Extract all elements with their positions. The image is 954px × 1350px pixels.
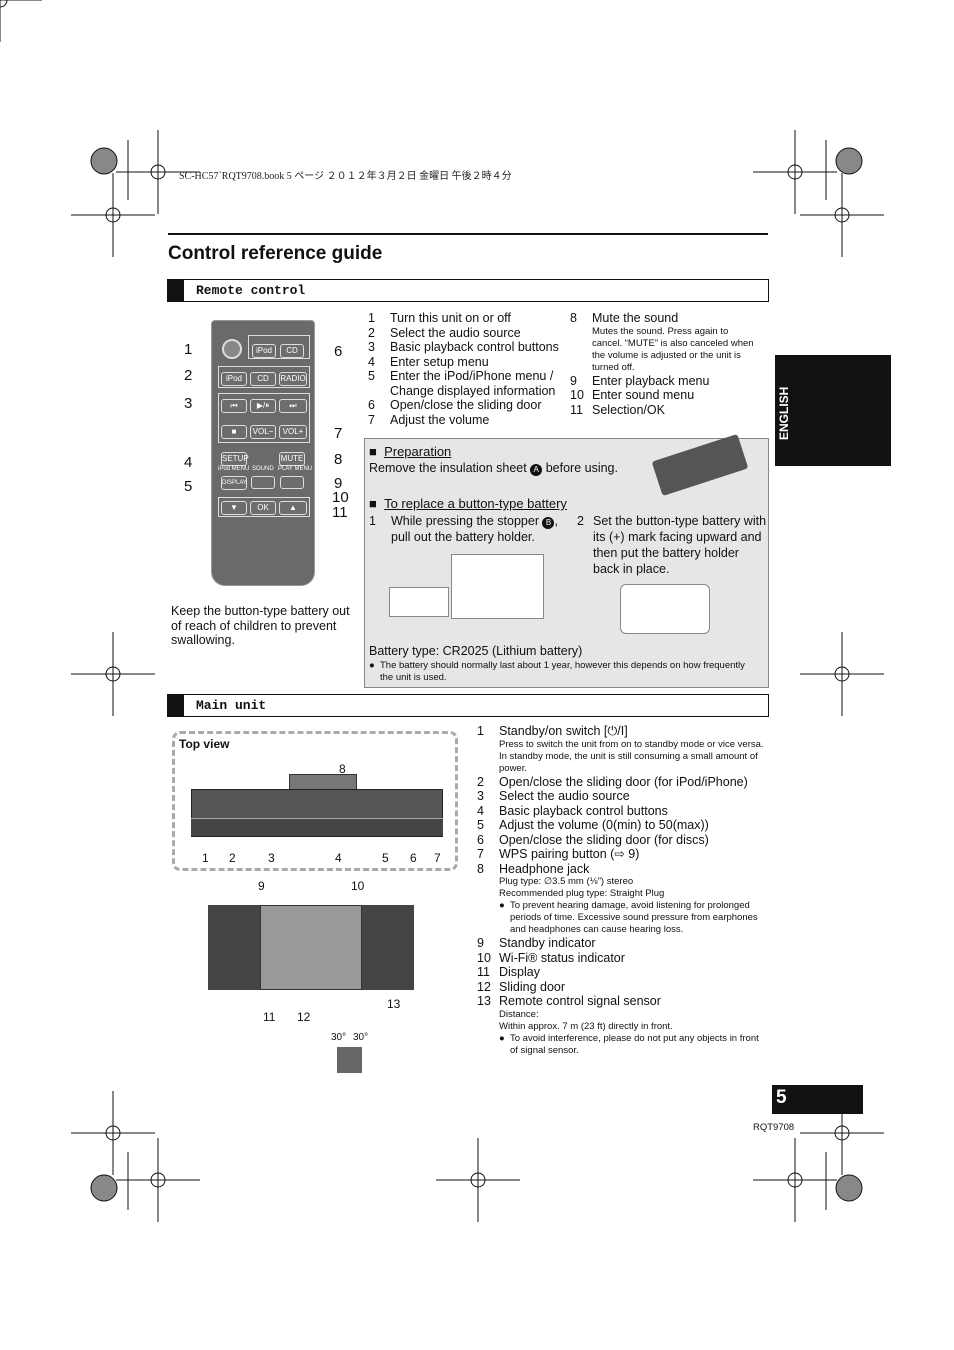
section-remote-control: Remote control (167, 279, 769, 302)
skip-back-icon: ⏮ (221, 399, 247, 413)
sound-label: SOUND (252, 466, 274, 472)
main-unit-items: 1 Standby/on switch [⏻/I] Press to switch … (477, 724, 767, 1057)
ipod-button: iPod (221, 372, 247, 386)
callout: 13 (387, 997, 401, 1011)
skip-forward-icon: ⏭ (279, 399, 307, 413)
battery-panel: ■ Preparation Remove the insulation shee… (364, 433, 769, 688)
callout: 7 (334, 425, 343, 442)
callout: 6 (410, 851, 417, 865)
main-item: 4 Basic playback control buttons (477, 803, 668, 818)
callout: 8 (339, 762, 346, 776)
page-title: Control reference guide (168, 243, 383, 264)
main-item: 8 Headphone jack (477, 861, 590, 876)
page-number: 5 (772, 1085, 863, 1114)
up-button: ▲ (279, 501, 307, 515)
battery-type: Battery type: CR2025 (Lithium battery) (369, 644, 583, 658)
marker-b: B (542, 517, 555, 529)
callout: 7 (434, 851, 441, 865)
vol-down-button: VOL− (250, 425, 276, 439)
doc-code: RQT9708 (753, 1122, 795, 1133)
vol-up-button: VOL+ (279, 425, 307, 439)
section-main-unit: Main unit (167, 694, 769, 717)
remote-back-illustration (651, 433, 749, 497)
cd-eject-button: CD (280, 344, 304, 358)
ipod-eject-button: iPod (252, 344, 276, 358)
top-view-box: Top view 8 1 2 3 4 5 6 7 (172, 731, 458, 871)
callout: 2 (229, 851, 236, 865)
main-item: 11 Display (477, 965, 540, 979)
down-button: ▼ (221, 501, 247, 515)
main-item: 5 Adjust the volume (0(min) to 50(max)) (477, 818, 709, 832)
callout: 2 (184, 367, 193, 384)
main-item: 6 Open/close the sliding door (for discs) (477, 832, 709, 847)
remote-items-right: 8 Mute the sound Mutes the sound. Press a… (570, 311, 754, 417)
preparation-heading: Preparation (384, 444, 452, 459)
battery-insert-illustration (620, 584, 710, 634)
file-header: SC-HC57`RQT9708.book 5 ページ ２０１２年３月２日 金曜日… (179, 171, 512, 182)
callout: 8 (334, 451, 343, 468)
battery-heading: To replace a button-type battery (384, 496, 567, 511)
main-item: 10 Wi-Fi® status indicator (477, 950, 625, 965)
callout: 9 (258, 879, 265, 893)
angle-label: 30° (353, 1032, 369, 1043)
play-menu-label: PLAY MENU (278, 466, 313, 472)
callout: 10 (351, 879, 365, 893)
child-warning: Keep the button-type battery out of reac… (171, 604, 350, 647)
callout: 11 (332, 504, 348, 521)
main-item: 7 WPS pairing button (⇨ 9) (477, 847, 640, 861)
mute-button: MUTE (279, 452, 305, 466)
marker-a: A (530, 464, 543, 476)
radio-button: RADIO (279, 372, 307, 386)
play-pause-icon: ▶/⏸ (250, 399, 276, 413)
main-item: 9 Standby indicator (477, 936, 596, 950)
title-rule (168, 233, 768, 235)
main-item: 13 Remote control signal sensor (477, 994, 661, 1008)
language-tab: ENGLISH (775, 355, 891, 466)
main-item: 3 Select the audio source (477, 789, 630, 803)
ipod-menu-label: iPod MENU (218, 466, 250, 472)
display-button: DISPLAY (221, 476, 247, 490)
holder-illustration (389, 587, 449, 617)
angle-label: 30° (331, 1032, 347, 1043)
main-item: 12 Sliding door (477, 979, 566, 994)
stopper-illustration (451, 554, 544, 619)
sound-button (251, 476, 275, 489)
callout: 6 (334, 343, 343, 360)
callout: 3 (268, 851, 275, 865)
callout: 12 (297, 1010, 311, 1024)
callout: 5 (184, 478, 193, 495)
cd-button: CD (250, 372, 276, 386)
play-menu-button (280, 476, 304, 489)
remote-illustration: iPod CD iPod CD RADIO ⏮ ▶/⏸ ⏭ ■ VOL− VOL… (211, 320, 315, 586)
callout: 3 (184, 395, 193, 412)
front-view-illustration (208, 905, 414, 990)
main-item: 2 Open/close the sliding door (for iPod/i… (477, 774, 748, 789)
callout: 11 (263, 1010, 276, 1024)
power-button-icon (222, 339, 242, 359)
callout: 1 (184, 341, 193, 358)
callout: 4 (184, 454, 193, 471)
ok-button: OK (250, 501, 276, 515)
remote-small-illustration (337, 1047, 362, 1073)
main-item: 1 Standby/on switch [⏻/I] (477, 724, 628, 738)
stop-button: ■ (221, 425, 247, 439)
callout: 5 (382, 851, 389, 865)
callout: 4 (335, 851, 342, 865)
callout: 1 (202, 851, 209, 865)
setup-button: SETUP (221, 452, 249, 466)
remote-items-left: 1 Turn this unit on or off 2 Select the au… (368, 311, 559, 427)
